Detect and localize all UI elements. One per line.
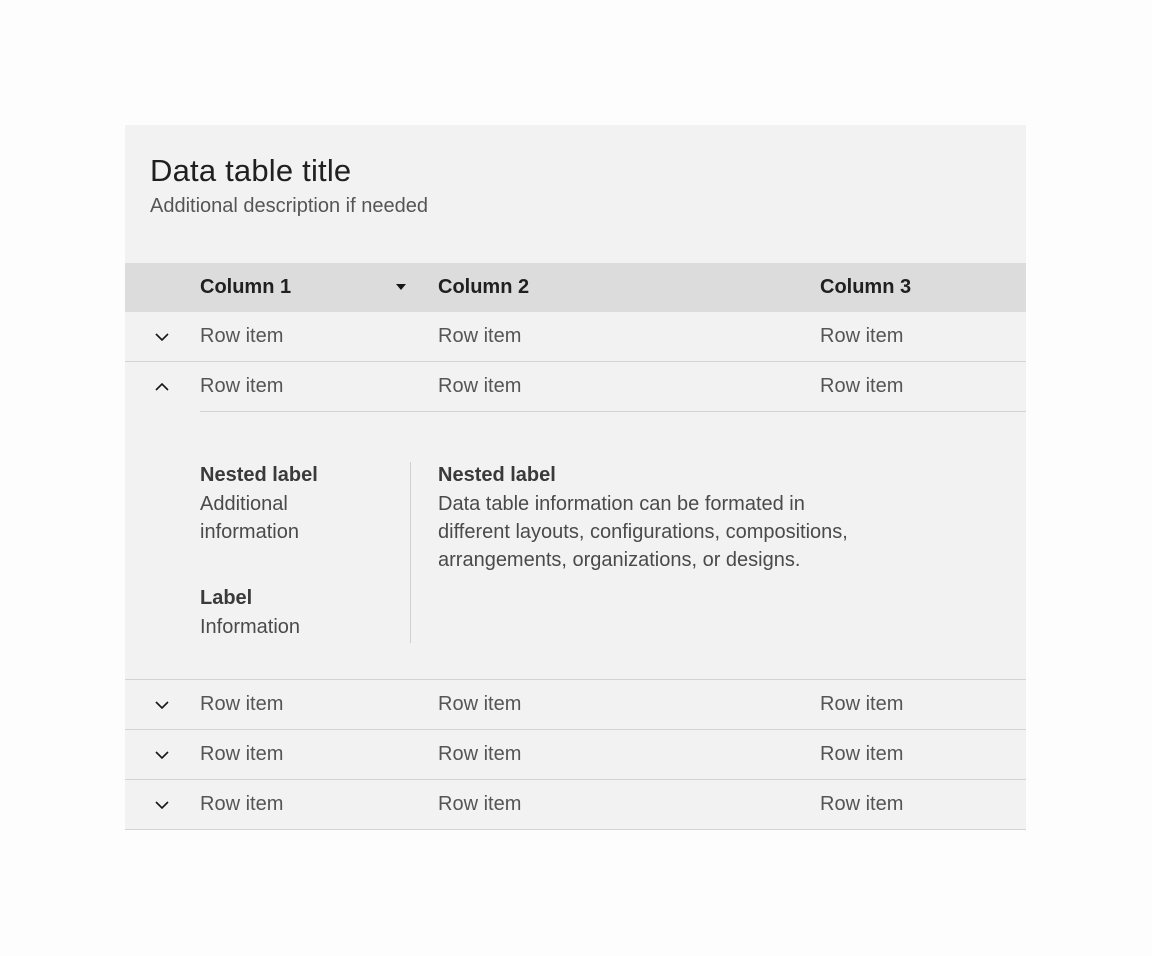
row-cell: Row item bbox=[820, 743, 904, 765]
chevron-down-icon[interactable] bbox=[154, 797, 170, 813]
row-cell: Row item bbox=[438, 325, 522, 347]
data-table: Data table title Additional description … bbox=[125, 125, 1026, 830]
chevron-up-icon[interactable] bbox=[154, 379, 170, 395]
nested-label: Nested label bbox=[438, 464, 556, 486]
vertical-divider bbox=[410, 462, 411, 643]
row-cell: Row item bbox=[820, 693, 904, 715]
row-cell: Row item bbox=[438, 793, 522, 815]
table-row[interactable]: Row item Row item Row item bbox=[125, 680, 1026, 730]
column-header-1[interactable]: Column 1 bbox=[200, 263, 291, 312]
nested-value: Additional information bbox=[200, 493, 299, 543]
table-row[interactable]: Row item Row item Row item bbox=[125, 312, 1026, 362]
column-header-3[interactable]: Column 3 bbox=[820, 263, 911, 312]
chevron-down-icon[interactable] bbox=[154, 697, 170, 713]
row-cell: Row item bbox=[820, 793, 904, 815]
table-row[interactable]: Row item Row item Row item bbox=[125, 780, 1026, 830]
row-cell: Row item bbox=[200, 743, 284, 765]
row-cell: Row item bbox=[200, 375, 284, 397]
row-cell: Row item bbox=[820, 325, 904, 347]
expanded-row-content: Nested label Additional information Labe… bbox=[125, 412, 1026, 680]
row-cell: Row item bbox=[200, 793, 284, 815]
table-header: Column 1 Column 2 Column 3 bbox=[125, 263, 1026, 312]
caret-down-icon[interactable] bbox=[396, 284, 406, 290]
row-cell: Row item bbox=[438, 693, 522, 715]
column-header-2[interactable]: Column 2 bbox=[438, 263, 529, 312]
row-cell: Row item bbox=[438, 743, 522, 765]
nested-label: Nested label bbox=[200, 464, 318, 486]
chevron-down-icon[interactable] bbox=[154, 747, 170, 763]
table-row-expanded[interactable]: Row item Row item Row item bbox=[125, 362, 1026, 411]
label: Label bbox=[200, 587, 253, 609]
chevron-down-icon[interactable] bbox=[154, 329, 170, 345]
row-cell: Row item bbox=[200, 693, 284, 715]
nested-value: Data table information can be formated i… bbox=[438, 493, 848, 571]
label-value: Information bbox=[200, 616, 301, 638]
row-cell: Row item bbox=[820, 375, 904, 397]
table-title: Data table title bbox=[150, 153, 352, 188]
table-row[interactable]: Row item Row item Row item bbox=[125, 730, 1026, 780]
table-description: Additional description if needed bbox=[150, 195, 428, 217]
row-cell: Row item bbox=[200, 325, 284, 347]
row-cell: Row item bbox=[438, 375, 522, 397]
